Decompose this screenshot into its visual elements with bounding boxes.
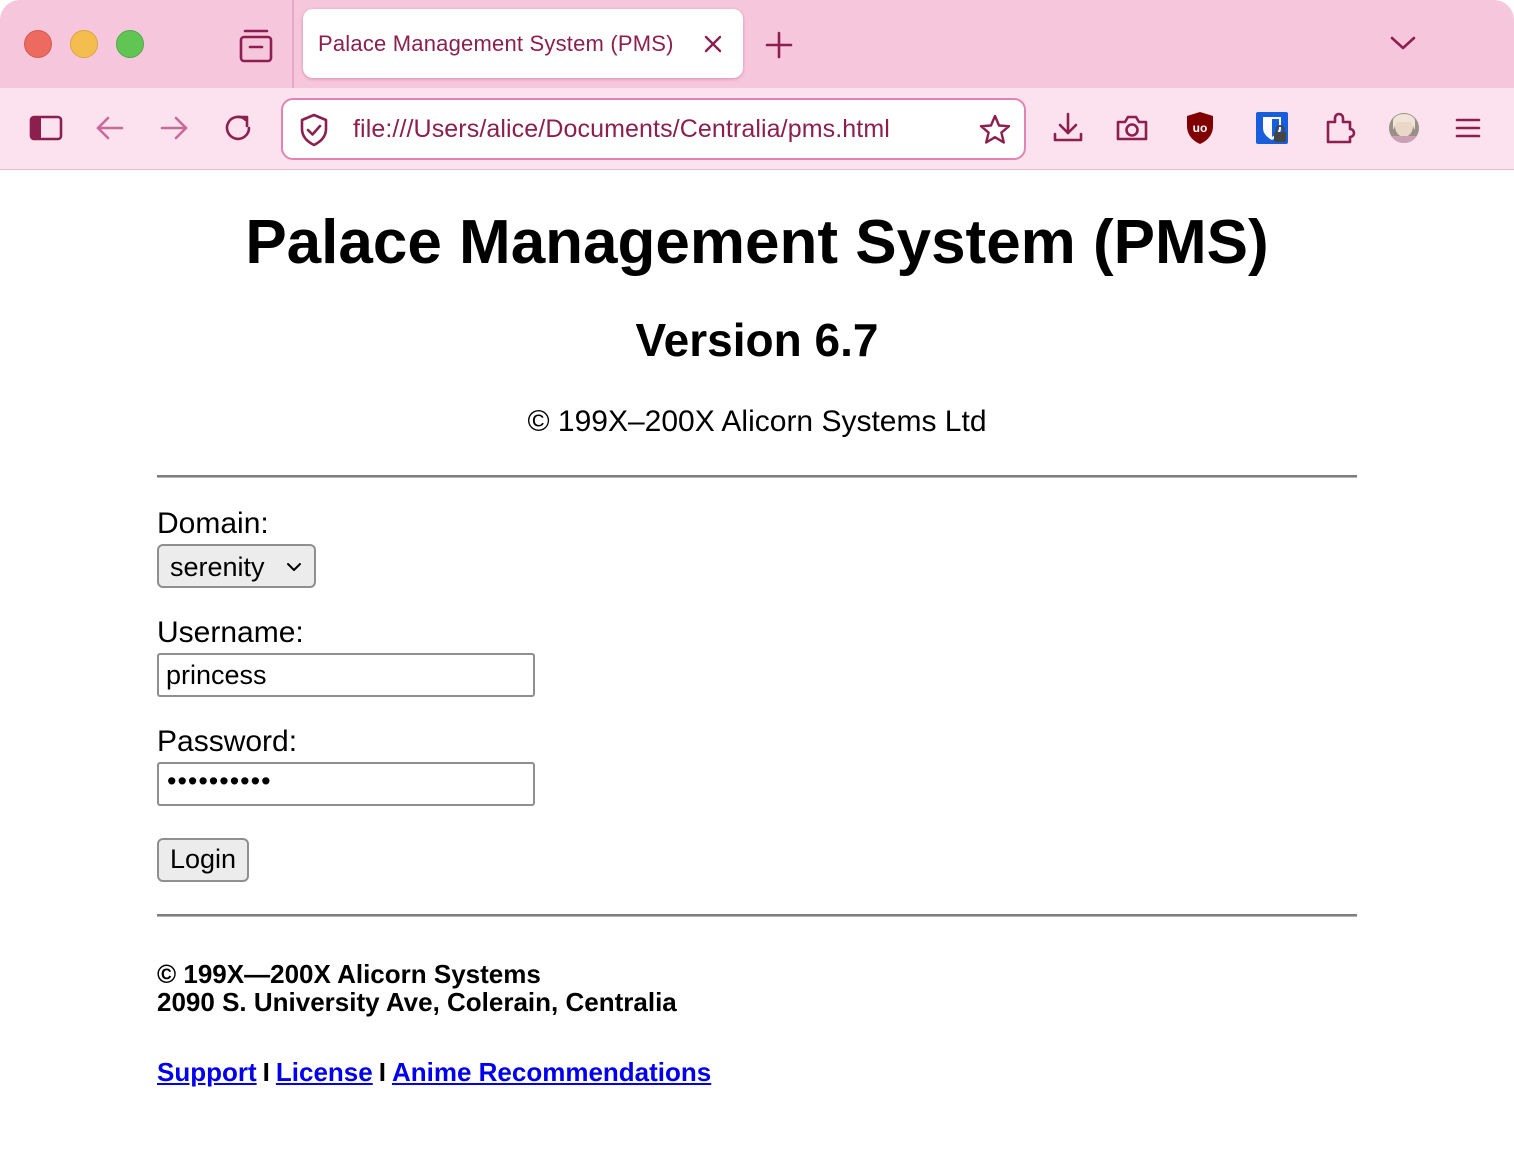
domain-select-value: serenity [170, 552, 265, 582]
bookmark-star-icon[interactable] [977, 112, 1013, 148]
menu-icon[interactable] [1448, 108, 1488, 148]
back-icon[interactable] [90, 108, 130, 148]
close-window-button[interactable] [24, 30, 52, 58]
password-input[interactable]: •••••••••• [157, 762, 535, 806]
tab-active[interactable]: Palace Management System (PMS) [303, 9, 743, 78]
ublock-icon[interactable]: uo [1180, 108, 1220, 148]
tab-divider [292, 0, 294, 88]
divider-bottom [157, 914, 1357, 917]
svg-text:uo: uo [1193, 121, 1208, 135]
chevron-down-icon[interactable] [1386, 28, 1420, 58]
anime-recommendations-link[interactable]: Anime Recommendations [392, 1057, 711, 1087]
link-separator: I [378, 1057, 386, 1087]
tab-title: Palace Management System (PMS) [318, 31, 674, 56]
divider-top [157, 475, 1357, 478]
avatar[interactable] [1384, 108, 1424, 148]
screenshot-icon[interactable] [1112, 108, 1152, 148]
page-title: Palace Management System (PMS) [245, 208, 1269, 277]
url-text[interactable]: file:///Users/alice/Documents/Centralia/… [353, 115, 949, 144]
footer-copyright: © 199X—200X Alicorn Systems [157, 959, 541, 989]
url-fade [893, 108, 953, 152]
page-content: Palace Management System (PMS) Version 6… [157, 171, 1357, 1162]
navigation-toolbar: file:///Users/alice/Documents/Centralia/… [0, 88, 1514, 170]
chevron-down-icon [287, 563, 301, 571]
shield-icon[interactable] [297, 112, 331, 148]
tab-groups-icon[interactable] [236, 26, 276, 64]
link-separator: I [262, 1057, 270, 1087]
page-viewport: Palace Management System (PMS) Version 6… [0, 171, 1514, 1162]
zoom-window-button[interactable] [116, 30, 144, 58]
tab-bar: Palace Management System (PMS) [0, 0, 1514, 88]
forward-icon[interactable] [154, 108, 194, 148]
footer-links: Support I License I Anime Recommendations [157, 1057, 711, 1088]
close-icon[interactable] [699, 30, 727, 58]
login-button[interactable]: Login [157, 838, 249, 882]
download-icon[interactable] [1048, 108, 1088, 148]
copyright-top: © 199X–200X Alicorn Systems Ltd [527, 405, 987, 438]
support-link[interactable]: Support [157, 1057, 257, 1087]
new-tab-icon[interactable] [762, 28, 796, 62]
username-label: Username: [157, 616, 304, 649]
footer-address: 2090 S. University Ave, Colerain, Centra… [157, 987, 677, 1017]
domain-select[interactable]: serenity [157, 544, 316, 588]
password-mask: •••••••••• [167, 766, 272, 796]
password-label: Password: [157, 725, 298, 758]
url-bar[interactable]: file:///Users/alice/Documents/Centralia/… [281, 98, 1026, 160]
domain-label: Domain: [157, 507, 269, 540]
browser-window: Palace Management System (PMS) file:///U… [0, 0, 1514, 1162]
extensions-icon[interactable] [1320, 108, 1360, 148]
bitwarden-icon[interactable] [1252, 108, 1292, 148]
sidebar-icon[interactable] [26, 108, 66, 148]
reload-icon[interactable] [218, 108, 258, 148]
minimize-window-button[interactable] [70, 30, 98, 58]
license-link[interactable]: License [276, 1057, 373, 1087]
username-input[interactable] [157, 653, 535, 697]
version-heading: Version 6.7 [635, 314, 879, 366]
